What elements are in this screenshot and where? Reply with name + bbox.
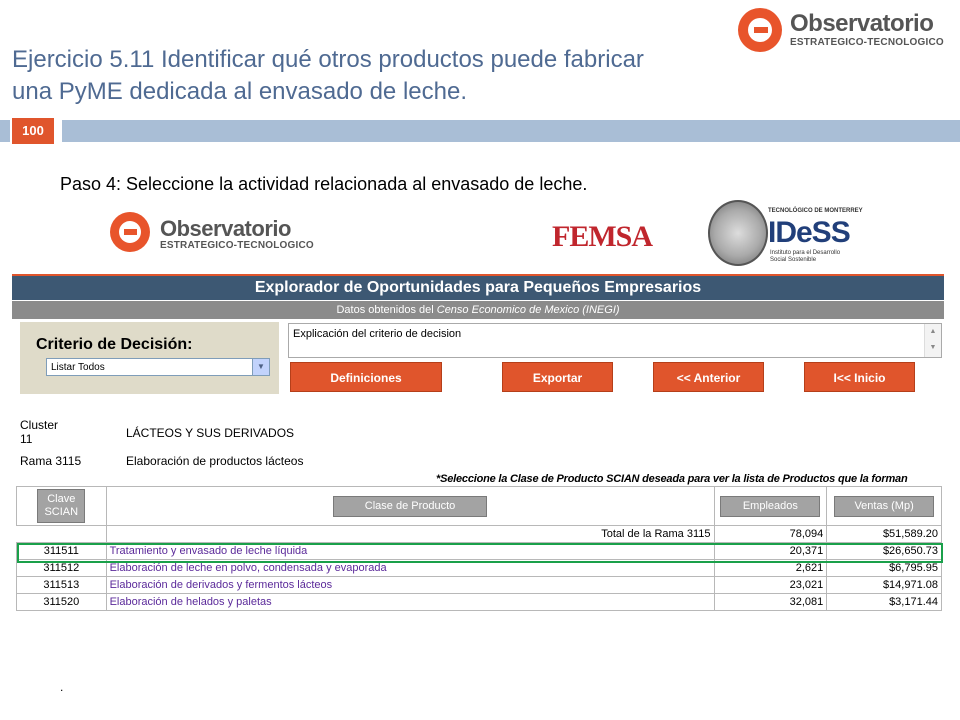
- criterio-explanation-textarea[interactable]: Explicación del criterio de decision ▲ ▼: [288, 323, 942, 358]
- definiciones-button[interactable]: Definiciones: [290, 362, 442, 392]
- app-header: Explorador de Oportunidades para Pequeño…: [12, 276, 944, 300]
- observatorio-logo-icon: [738, 8, 782, 52]
- row-ventas: $14,971.08: [826, 576, 942, 594]
- observatorio-logo-sub: ESTRATEGICO-TECNOLOGICO: [790, 37, 944, 48]
- row-empleados: 20,371: [713, 542, 828, 560]
- cluster-label-line-2: 11: [20, 432, 33, 446]
- row-ventas: $6,795.95: [826, 559, 942, 577]
- anterior-button[interactable]: << Anterior: [653, 362, 764, 392]
- ides-logo-top-text: TECNOLÓGICO DE MONTERREY: [768, 208, 863, 214]
- row-code: 311520: [16, 593, 107, 611]
- footer-dot: .: [60, 680, 64, 694]
- observatorio-logo-sub: ESTRATEGICO-TECNOLOGICO: [160, 240, 314, 251]
- header-cell-clase: Clase de Producto: [105, 486, 715, 526]
- slide-title-line-1: Ejercicio 5.11 Identificar qué otros pro…: [12, 46, 644, 73]
- criterio-label: Criterio de Decisión:: [36, 336, 193, 353]
- total-empleados: 78,094: [714, 525, 828, 543]
- observatorio-logo-name: Observatorio: [790, 10, 934, 37]
- total-row: Total de la Rama 3115 78,094 $51,589.20: [16, 525, 942, 543]
- row-class-link[interactable]: Elaboración de derivados y fermentos lác…: [105, 576, 715, 594]
- exportar-button[interactable]: Exportar: [502, 362, 613, 392]
- total-ventas: $51,589.20: [826, 525, 942, 543]
- inicio-button[interactable]: I<< Inicio: [804, 362, 915, 392]
- observatorio-logo: Observatorio ESTRATEGICO-TECNOLOGICO: [110, 212, 340, 258]
- chevron-down-icon[interactable]: ▼: [252, 359, 269, 375]
- row-empleados: 2,621: [713, 559, 828, 577]
- rama-label: Rama 3115: [20, 454, 82, 468]
- rama-value: Elaboración de productos lácteos: [126, 454, 304, 468]
- observatorio-logo-icon: [110, 212, 150, 252]
- product-class-table: Clave SCIAN Clase de Producto Empleados …: [16, 486, 942, 611]
- ventas-header-button[interactable]: Ventas (Mp): [834, 495, 935, 517]
- cluster-label: Cluster 11: [20, 418, 58, 446]
- row-ventas: $26,650.73: [826, 542, 942, 560]
- header-cell-clave: Clave SCIAN: [16, 486, 107, 526]
- table-row[interactable]: 311520 Elaboración de helados y paletas …: [16, 593, 942, 611]
- total-empty-cell: [16, 525, 107, 543]
- header-cell-ventas: Ventas (Mp): [826, 486, 942, 526]
- criterio-select-value: Listar Todos: [51, 362, 105, 373]
- page-number-badge: 100: [12, 118, 54, 144]
- row-class-link[interactable]: Tratamiento y envasado de leche líquida: [105, 542, 715, 560]
- table-row[interactable]: 311512 Elaboración de leche en polvo, co…: [16, 559, 942, 577]
- table-instruction: *Seleccione la Clase de Producto SCIAN d…: [436, 473, 908, 485]
- cluster-value: LÁCTEOS Y SUS DERIVADOS: [126, 426, 295, 440]
- ides-logo: IDeSS: [768, 216, 851, 249]
- table-row[interactable]: 311513 Elaboración de derivados y fermen…: [16, 576, 942, 594]
- row-code: 311511: [16, 542, 107, 560]
- femsa-logo: FEMSA: [552, 220, 653, 253]
- row-code: 311513: [16, 576, 107, 594]
- tec-monterrey-seal-icon: [708, 200, 768, 266]
- slide-title-line-2: una PyME dedicada al envasado de leche.: [12, 78, 467, 105]
- table-row[interactable]: 311511 Tratamiento y envasado de leche l…: [16, 542, 942, 560]
- total-label: Total de la Rama 3115: [106, 525, 715, 543]
- header-cell-empleados: Empleados: [713, 486, 828, 526]
- row-empleados: 32,081: [713, 593, 828, 611]
- explanation-scrollbar[interactable]: ▲ ▼: [924, 324, 941, 357]
- row-empleados: 23,021: [713, 576, 828, 594]
- scroll-down-icon[interactable]: ▼: [925, 340, 941, 356]
- clase-producto-header-button[interactable]: Clase de Producto: [333, 495, 488, 517]
- header-band-left: [0, 120, 10, 142]
- app-subheader-prefix: Datos obtenidos del: [336, 304, 437, 316]
- step-instruction: Paso 4: Seleccione la actividad relacion…: [60, 174, 588, 194]
- app-subheader-source: Censo Economico de Mexico (INEGI): [436, 304, 620, 316]
- clave-header-line-1: Clave: [47, 493, 76, 505]
- slide-title: Ejercicio 5.11 Identificar qué otros pro…: [12, 44, 732, 108]
- table-header-row: Clave SCIAN Clase de Producto Empleados …: [16, 486, 942, 526]
- ides-logo-subtitle: Instituto para el Desarrollo Social Sost…: [770, 250, 841, 263]
- row-class-link[interactable]: Elaboración de leche en polvo, condensad…: [105, 559, 715, 577]
- clave-scian-header-button[interactable]: Clave SCIAN: [37, 489, 86, 523]
- header-band-right: [62, 120, 960, 142]
- empleados-header-button[interactable]: Empleados: [720, 495, 821, 517]
- criterio-select[interactable]: Listar Todos ▼: [46, 358, 270, 376]
- clave-header-line-2: SCIAN: [44, 506, 79, 518]
- scroll-up-icon[interactable]: ▲: [925, 324, 941, 340]
- cluster-label-line-1: Cluster: [20, 418, 59, 432]
- row-class-link[interactable]: Elaboración de helados y paletas: [105, 593, 715, 611]
- row-code: 311512: [16, 559, 107, 577]
- observatorio-logo-name: Observatorio: [160, 216, 291, 241]
- observatorio-logo-top: Observatorio ESTRATEGICO-TECNOLOGICO: [738, 8, 960, 54]
- app-subheader: Datos obtenidos del Censo Economico de M…: [12, 301, 944, 319]
- row-ventas: $3,171.44: [826, 593, 942, 611]
- criterio-explanation-text: Explicación del criterio de decision: [293, 328, 462, 340]
- criterio-panel: Criterio de Decisión: Listar Todos ▼: [20, 322, 279, 394]
